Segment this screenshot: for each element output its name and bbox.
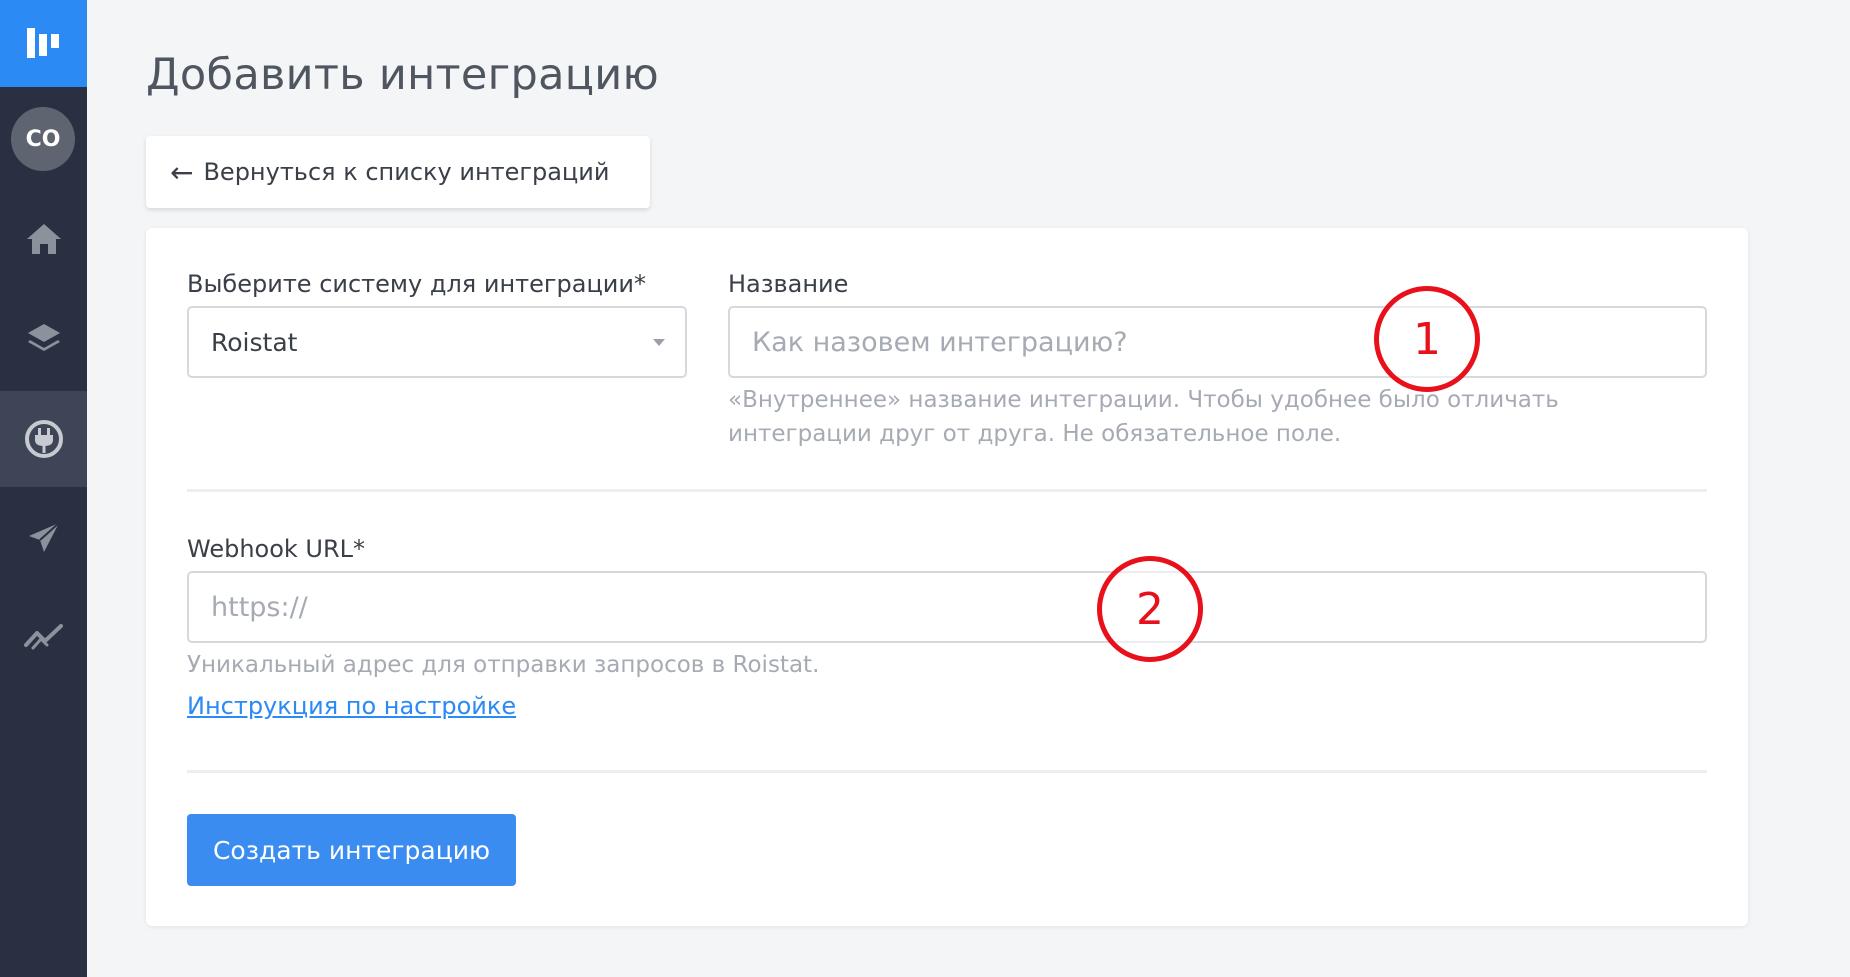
chart-icon	[23, 624, 63, 650]
sidebar: CO	[0, 0, 87, 977]
create-integration-button[interactable]: Создать интеграцию	[187, 814, 516, 886]
plug-icon	[24, 420, 63, 458]
section-divider	[187, 489, 1707, 492]
arrow-left-icon: ←	[170, 155, 194, 189]
setup-instructions-link[interactable]: Инструкция по настройке	[187, 692, 516, 720]
sidebar-item-analytics[interactable]	[0, 588, 87, 684]
send-icon	[28, 522, 60, 552]
back-button-label: Вернуться к списку интеграций	[203, 158, 610, 186]
webhook-url-input[interactable]	[187, 571, 1707, 643]
integration-form-card: Выберите систему для интеграции* Roistat…	[146, 228, 1748, 926]
system-select-label: Выберите систему для интеграции*	[187, 270, 646, 298]
layers-icon	[27, 324, 60, 351]
back-to-list-button[interactable]: ← Вернуться к списку интеграций	[146, 136, 650, 208]
logo-icon	[26, 27, 59, 58]
webhook-url-label: Webhook URL*	[187, 535, 366, 563]
section-divider	[187, 770, 1707, 773]
sidebar-item-home[interactable]	[0, 191, 87, 287]
webhook-url-hint: Уникальный адрес для отправки запросов в…	[187, 652, 820, 678]
name-label: Название	[728, 270, 849, 298]
page-title: Добавить интеграцию	[146, 50, 660, 100]
name-hint: «Внутреннее» название интеграции. Чтобы …	[728, 387, 1559, 447]
system-select[interactable]: Roistat	[187, 306, 687, 378]
annotation-marker-1: 1	[1374, 286, 1480, 392]
sidebar-item-layers[interactable]	[0, 291, 87, 387]
sidebar-item-send[interactable]	[0, 490, 87, 586]
name-input[interactable]	[728, 306, 1707, 378]
sidebar-item-integrations[interactable]	[0, 391, 87, 487]
home-icon	[26, 224, 61, 254]
system-select-value: Roistat	[211, 327, 298, 357]
user-avatar[interactable]: CO	[11, 107, 75, 171]
caret-down-icon	[653, 339, 665, 346]
app-logo[interactable]	[0, 0, 87, 87]
annotation-marker-2: 2	[1097, 556, 1203, 662]
